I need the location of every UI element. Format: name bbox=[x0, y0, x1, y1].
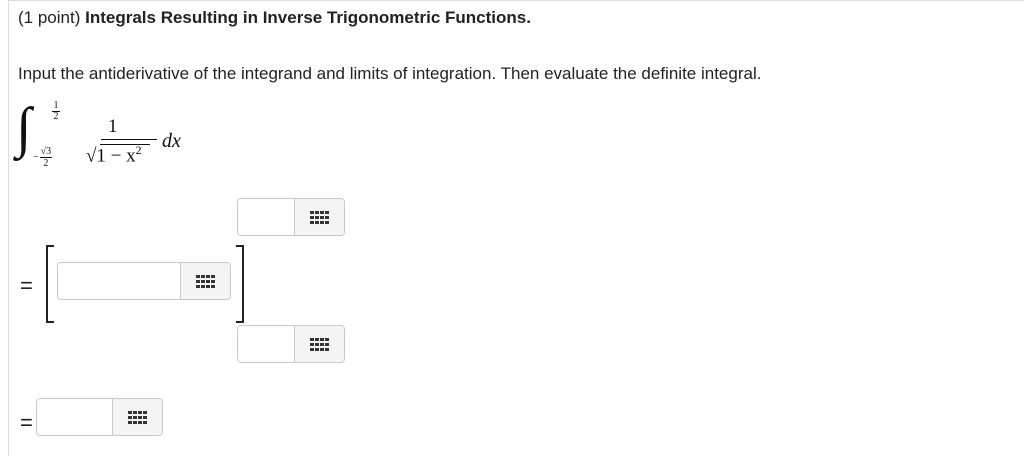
points-label: (1 point) bbox=[18, 8, 81, 27]
problem-title: Integrals Resulting in Inverse Trigonome… bbox=[85, 8, 531, 27]
lower-limit-sign: − bbox=[33, 152, 39, 163]
keyboard-grid-icon bbox=[196, 274, 215, 288]
keyboard-grid-icon bbox=[128, 410, 147, 424]
integrand-fraction-bar bbox=[101, 139, 157, 140]
equals-sign-result: = bbox=[20, 410, 33, 435]
result-answer bbox=[36, 398, 163, 436]
antiderivative-input[interactable] bbox=[58, 263, 180, 299]
right-bracket bbox=[236, 245, 244, 323]
upper-limit-numerator: 1 bbox=[53, 100, 59, 111]
upper-limit-denominator: 2 bbox=[53, 111, 59, 122]
problem-header: (1 point) Integrals Resulting in Inverse… bbox=[18, 8, 531, 28]
lower-limit-numerator: √3 bbox=[39, 146, 53, 158]
lower-limit-fraction: √3 2 bbox=[39, 146, 53, 169]
integrand-denominator-exponent: 2 bbox=[135, 143, 142, 157]
integrand-denominator: √1 − x2 bbox=[86, 143, 142, 167]
upper-limit-input[interactable] bbox=[238, 199, 294, 235]
instructions-text: Input the antiderivative of the integran… bbox=[18, 64, 762, 83]
keyboard-grid-icon bbox=[310, 210, 329, 224]
left-bracket bbox=[46, 245, 54, 323]
integrand-numerator: 1 bbox=[108, 116, 118, 137]
result-input[interactable] bbox=[37, 399, 112, 435]
lower-limit: − √3 2 bbox=[33, 146, 53, 169]
result-keyboard-button[interactable] bbox=[112, 399, 162, 435]
upper-limit-keyboard-button[interactable] bbox=[294, 199, 344, 235]
antiderivative-keyboard-button[interactable] bbox=[180, 263, 230, 299]
lower-limit-denominator: 2 bbox=[43, 158, 49, 169]
lower-limit-answer bbox=[237, 325, 345, 363]
antiderivative-answer bbox=[57, 262, 231, 300]
upper-limit: 1 2 bbox=[50, 101, 62, 122]
equals-sign-antiderivative: = bbox=[20, 273, 33, 298]
differential: dx bbox=[162, 130, 181, 152]
radical-vinculum bbox=[100, 144, 150, 145]
lower-limit-input[interactable] bbox=[238, 326, 294, 362]
integral-sign: ∫ bbox=[16, 97, 32, 159]
upper-limit-answer bbox=[237, 198, 345, 236]
integrand-denominator-base: √1 − x bbox=[86, 145, 136, 167]
keyboard-grid-icon bbox=[310, 337, 329, 351]
lower-limit-keyboard-button[interactable] bbox=[294, 326, 344, 362]
